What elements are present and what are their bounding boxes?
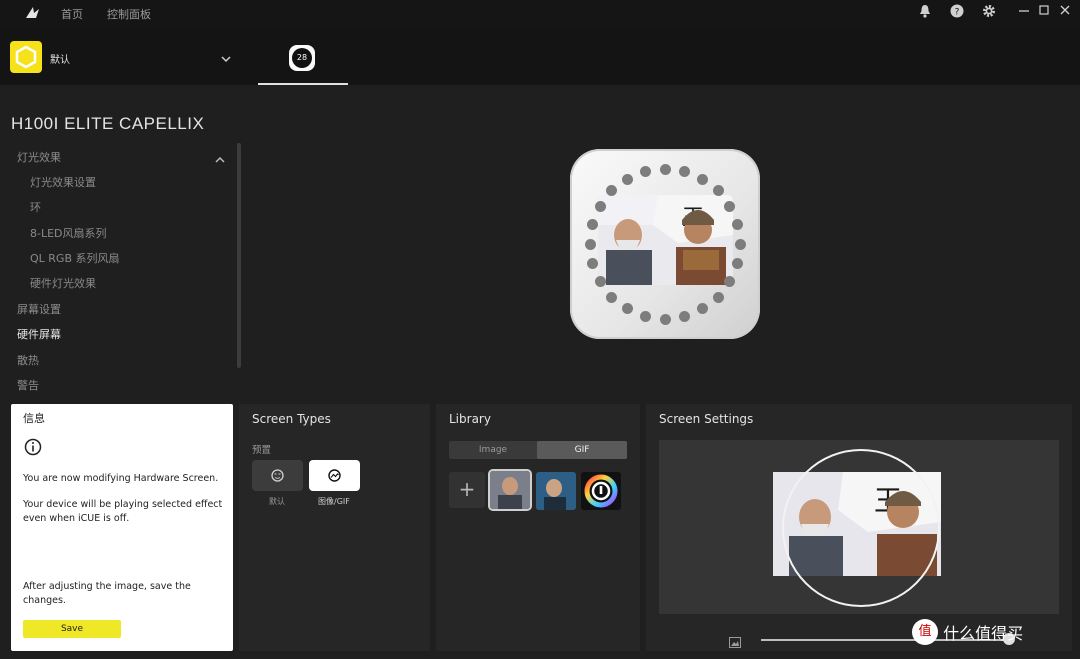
led-dot (659, 313, 671, 325)
led-dot (659, 163, 671, 175)
led-dot (712, 291, 724, 303)
pump-head-preview: 王 (570, 149, 760, 339)
info-text-modifying: You are now modifying Hardware Screen. (23, 473, 219, 484)
library-thumb-selected[interactable] (490, 471, 530, 509)
sidebar-item-ring[interactable]: 环 (30, 199, 41, 215)
sidebar-item-lighting-effects[interactable]: 灯光效果 (17, 149, 61, 165)
screen-type-image-gif-label: 图像/GIF (318, 497, 350, 506)
led-dot (640, 310, 652, 322)
sidebar-item-ql-rgb-fans[interactable]: QL RGB 系列风扇 (30, 250, 120, 266)
nav-home[interactable]: 首页 (61, 6, 83, 22)
sidebar-item-warnings[interactable]: 警告 (17, 377, 39, 393)
library-thumb-icue-logo[interactable] (581, 472, 621, 510)
preview-screen-image: 王 (598, 195, 733, 285)
library-type-toggle: Image GIF (449, 441, 627, 459)
led-dot (594, 276, 606, 287)
led-dot (697, 173, 708, 185)
image-size-icon (729, 633, 741, 648)
device-tab-value: 28 (292, 48, 312, 68)
library-tab-gif[interactable]: GIF (537, 441, 627, 459)
led-dot (622, 303, 633, 315)
library-thumb-2[interactable] (536, 472, 576, 510)
info-icon (24, 438, 42, 456)
device-tab-pump[interactable]: 28 (289, 45, 315, 71)
collapse-chevron-icon[interactable] (214, 150, 226, 163)
led-dot (697, 303, 708, 315)
sidebar-item-hardware-lighting[interactable]: 硬件灯光效果 (30, 275, 96, 291)
info-text-playing: Your device will be playing selected eff… (23, 499, 223, 524)
sidebar-item-8led-fans[interactable]: 8-LED风扇系列 (30, 225, 107, 241)
svg-text:?: ? (955, 8, 960, 18)
led-dot (724, 276, 736, 287)
maximize-icon[interactable] (1036, 4, 1052, 20)
circular-crop-frame[interactable] (782, 449, 940, 607)
corsair-logo (24, 4, 42, 22)
led-dot (594, 201, 606, 212)
sidebar-item-screen-settings[interactable]: 屏幕设置 (17, 301, 61, 317)
nav-dashboard[interactable]: 控制面板 (107, 6, 151, 22)
screen-type-default-button[interactable] (252, 460, 303, 491)
led-dot (678, 310, 690, 322)
led-dot (731, 219, 743, 231)
gear-icon[interactable] (981, 4, 997, 20)
info-text-save-hint: After adjusting the image, save the chan… (23, 581, 191, 606)
add-media-button[interactable]: + (449, 472, 485, 508)
screen-type-image-gif-button[interactable] (309, 460, 360, 491)
led-dot (640, 166, 652, 178)
close-icon[interactable] (1057, 4, 1073, 20)
watermark-text: 什么值得买 (943, 624, 1024, 643)
sidebar-scrollbar[interactable] (237, 143, 241, 368)
minimize-icon[interactable] (1016, 4, 1032, 20)
led-dot (724, 201, 736, 212)
device-title: H100I ELITE CAPELLIX (11, 114, 205, 133)
device-tab-underline (258, 83, 348, 85)
info-title: 信息 (23, 412, 45, 425)
info-panel: 信息 You are now modifying Hardware Screen… (11, 404, 233, 651)
screen-types-title: Screen Types (252, 412, 331, 426)
watermark: 值 什么值得买 (912, 619, 1023, 645)
watermark-logo-icon: 值 (912, 619, 938, 645)
led-dot (734, 238, 746, 250)
profile-dropdown-chevron-icon[interactable] (220, 50, 232, 63)
title-bar: 首页 控制面板 ? (0, 0, 1080, 27)
profile-bar (0, 27, 1080, 85)
screen-settings-title: Screen Settings (659, 412, 754, 426)
led-dot (622, 173, 633, 185)
help-icon[interactable]: ? (949, 4, 965, 20)
save-button[interactable]: Save (23, 620, 121, 638)
profile-name[interactable]: 默认 (50, 51, 70, 66)
sidebar-item-hardware-screen[interactable]: 硬件屏幕 (17, 326, 61, 342)
led-dot (731, 257, 743, 269)
sidebar-item-cooling[interactable]: 散热 (17, 352, 39, 368)
sidebar-item-lighting-setup[interactable]: 灯光效果设置 (30, 174, 96, 190)
led-dot (678, 166, 690, 178)
led-dot (587, 257, 599, 269)
profile-icon[interactable] (10, 41, 42, 73)
led-dot (712, 185, 724, 197)
screen-crop-area[interactable]: 王 (659, 440, 1059, 614)
preset-group-label: 预置 (252, 445, 272, 456)
led-dot (587, 219, 599, 231)
led-dot (606, 291, 618, 303)
screen-type-default-label: 默认 (269, 497, 285, 506)
bell-icon[interactable] (917, 4, 933, 20)
library-tab-image[interactable]: Image (449, 441, 537, 459)
library-title: Library (449, 412, 491, 426)
led-dot (584, 238, 596, 250)
